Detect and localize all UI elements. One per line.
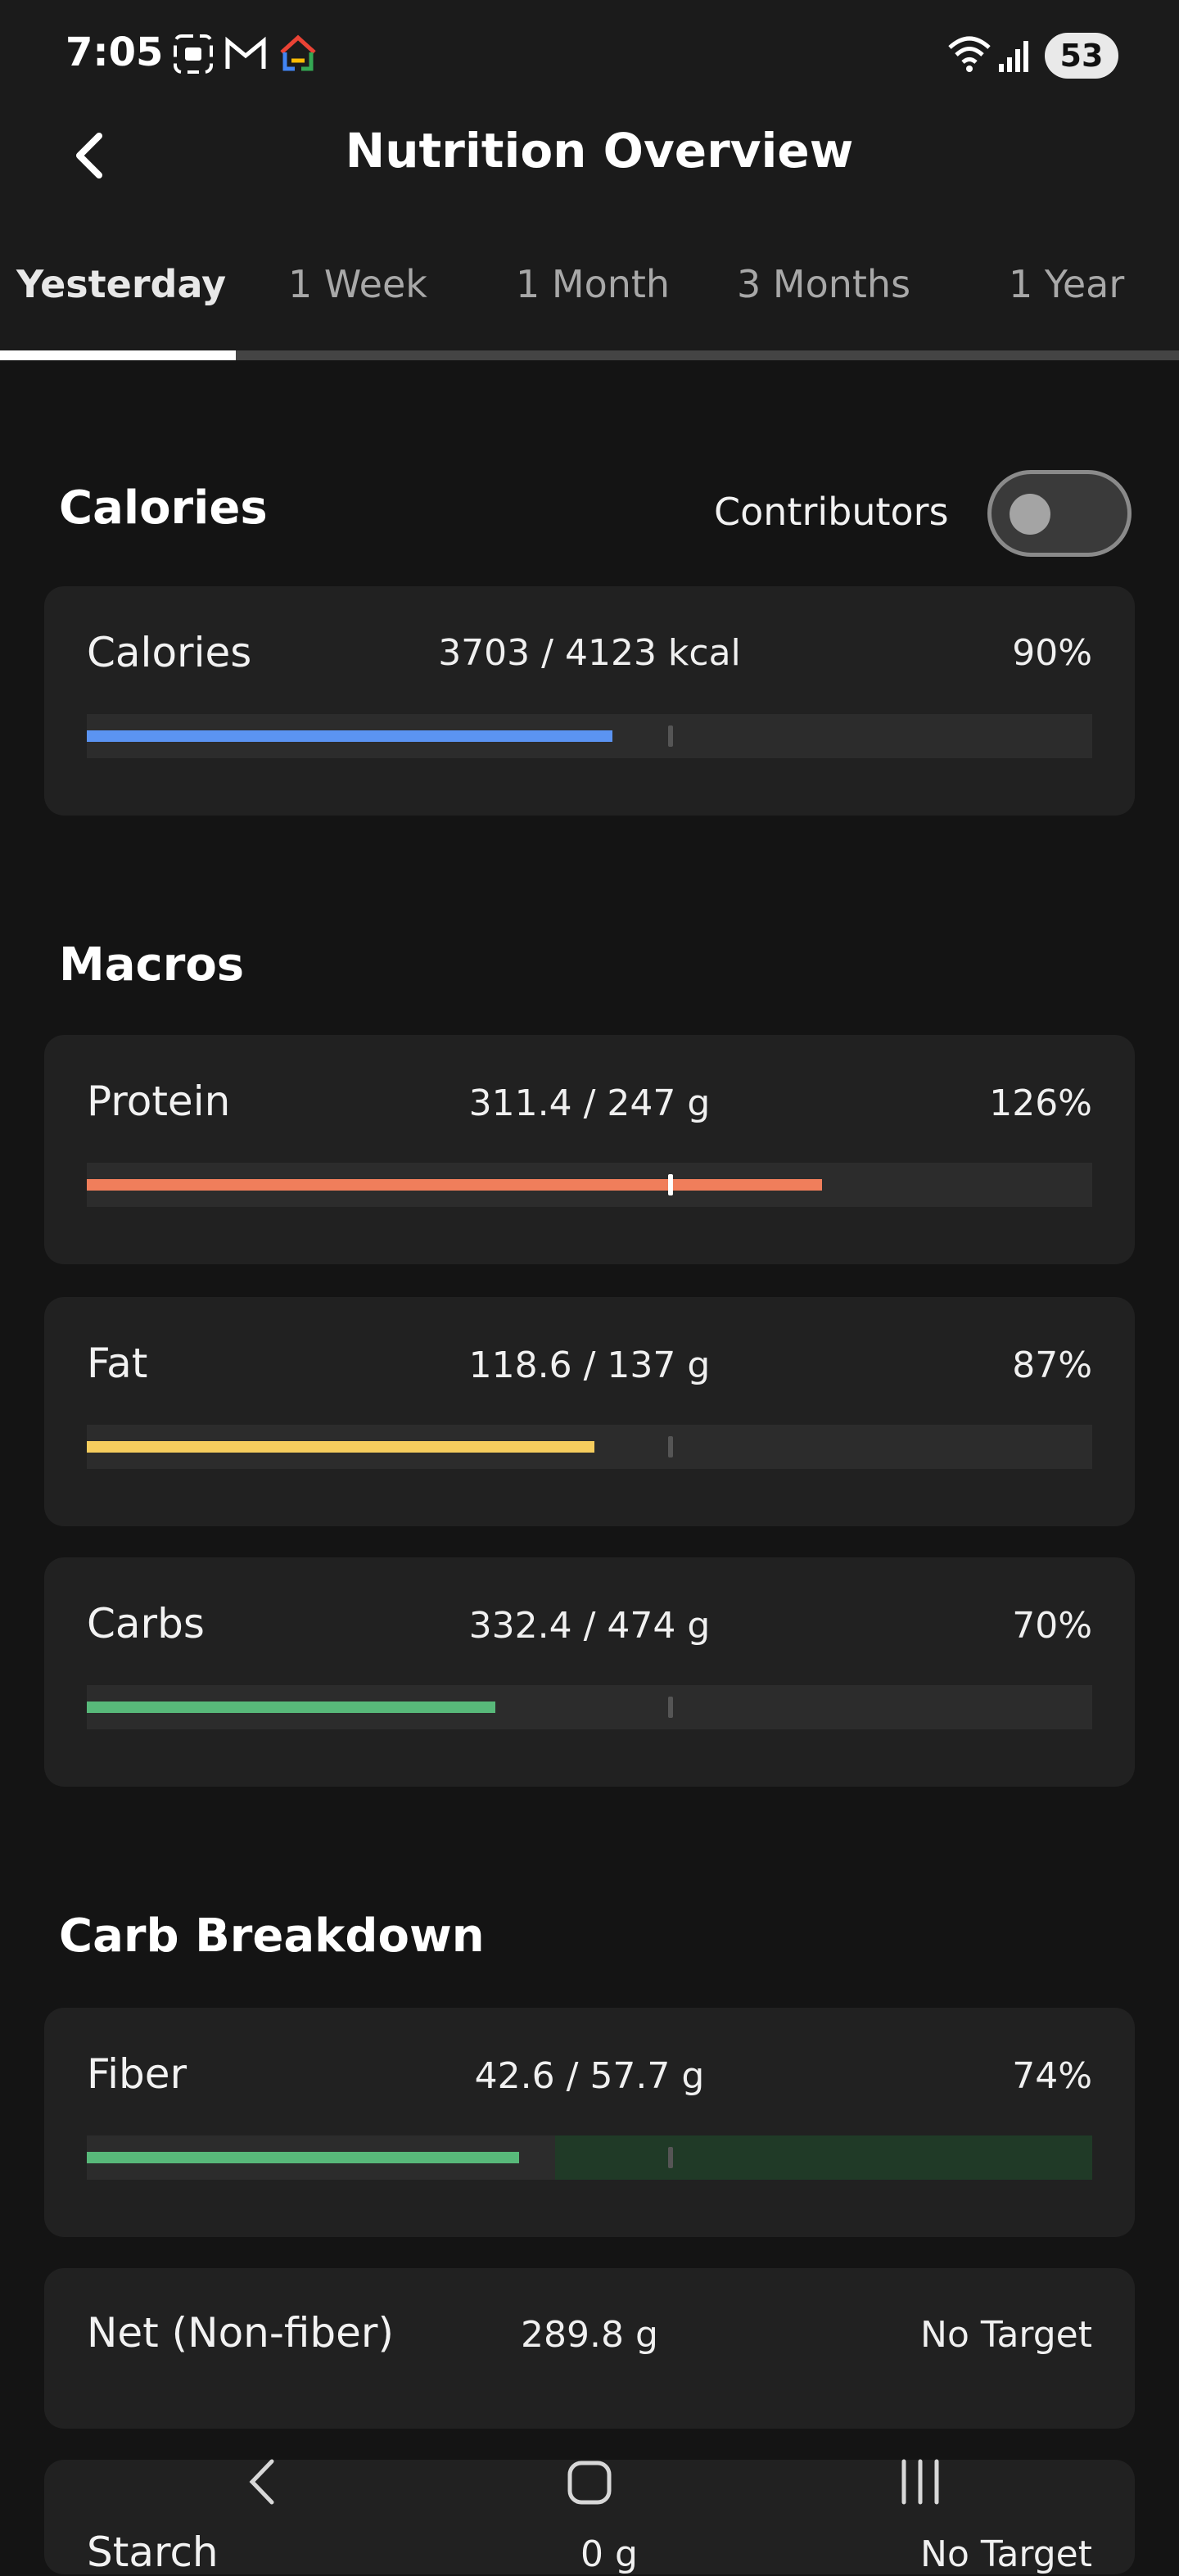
tab-1-month[interactable]: 1 Month [516, 262, 670, 306]
tab-1-year[interactable]: 1 Year [1009, 262, 1124, 306]
tab-1-week[interactable]: 1 Week [288, 262, 427, 306]
tab-yesterday[interactable]: Yesterday [16, 262, 226, 306]
nav-recents-icon [901, 2459, 939, 2505]
tab-3-months[interactable]: 3 Months [737, 262, 910, 306]
nav-back-button[interactable] [237, 2453, 287, 2510]
fiber-card[interactable]: Fiber 42.6 / 57.7 g 74% [44, 2008, 1135, 2237]
protein-card[interactable]: Protein 311.4 / 247 g 126% [44, 1035, 1135, 1264]
target-marker [668, 1436, 673, 1457]
google-home-icon [277, 33, 319, 84]
progress-fill [87, 1179, 822, 1191]
section-title-carb-breakdown: Carb Breakdown [59, 1909, 485, 1963]
fat-card[interactable]: Fat 118.6 / 137 g 87% [44, 1297, 1135, 1526]
progress-track [87, 2135, 1092, 2180]
nutrient-percent: 87% [1012, 1344, 1092, 1386]
nav-back-icon [249, 2459, 274, 2505]
target-marker [668, 1174, 673, 1195]
nutrient-target: No Target [920, 2314, 1092, 2356]
nutrient-value: 332.4 / 474 g [468, 1605, 711, 1647]
battery-indicator: 53 [1045, 33, 1118, 79]
net-carbs-card[interactable]: Net (Non-fiber) 289.8 g No Target [44, 2268, 1135, 2429]
nutrient-value: 118.6 / 137 g [468, 1344, 711, 1386]
signal-icon [997, 33, 1035, 82]
tab-active-indicator [0, 350, 236, 360]
target-marker [668, 725, 673, 747]
nav-recents-button[interactable] [896, 2453, 945, 2510]
progress-fill [87, 2152, 519, 2163]
target-marker [668, 2147, 673, 2168]
nutrient-percent: 70% [1012, 1605, 1092, 1647]
page-title: Nutrition Overview [345, 123, 854, 179]
nav-home-icon [567, 2461, 612, 2505]
nutrient-value: 3703 / 4123 kcal [438, 632, 741, 674]
progress-fill [87, 730, 612, 742]
nutrient-percent: 90% [1012, 632, 1092, 674]
contributors-label: Contributors [714, 490, 949, 534]
section-title-macros: Macros [59, 938, 245, 992]
status-time: 7:05 [66, 29, 164, 75]
nutrient-percent: 126% [989, 1082, 1092, 1124]
progress-track [87, 1685, 1092, 1729]
target-marker [668, 1697, 673, 1718]
screenshot-icon [172, 33, 215, 84]
toggle-knob [1010, 494, 1050, 535]
progress-fill [87, 1702, 495, 1713]
wifi-icon [946, 33, 992, 82]
progress-track [87, 1163, 1092, 1207]
gmail-icon [223, 33, 269, 84]
target-range [555, 2135, 1092, 2180]
nutrient-value: 42.6 / 57.7 g [474, 2055, 705, 2097]
carbs-card[interactable]: Carbs 332.4 / 474 g 70% [44, 1557, 1135, 1787]
contributors-toggle[interactable] [987, 470, 1132, 557]
status-bar: 7:05 53 [0, 0, 1179, 106]
system-nav-bar [0, 2429, 1179, 2555]
progress-fill [87, 1441, 594, 1453]
progress-track [87, 1425, 1092, 1469]
nutrient-percent: 74% [1012, 2055, 1092, 2097]
calories-card[interactable]: Calories 3703 / 4123 kcal 90% [44, 586, 1135, 816]
section-title-calories: Calories [59, 481, 268, 535]
progress-track [87, 714, 1092, 758]
nav-home-button[interactable] [565, 2458, 614, 2507]
nutrient-value: 311.4 / 247 g [468, 1082, 711, 1124]
